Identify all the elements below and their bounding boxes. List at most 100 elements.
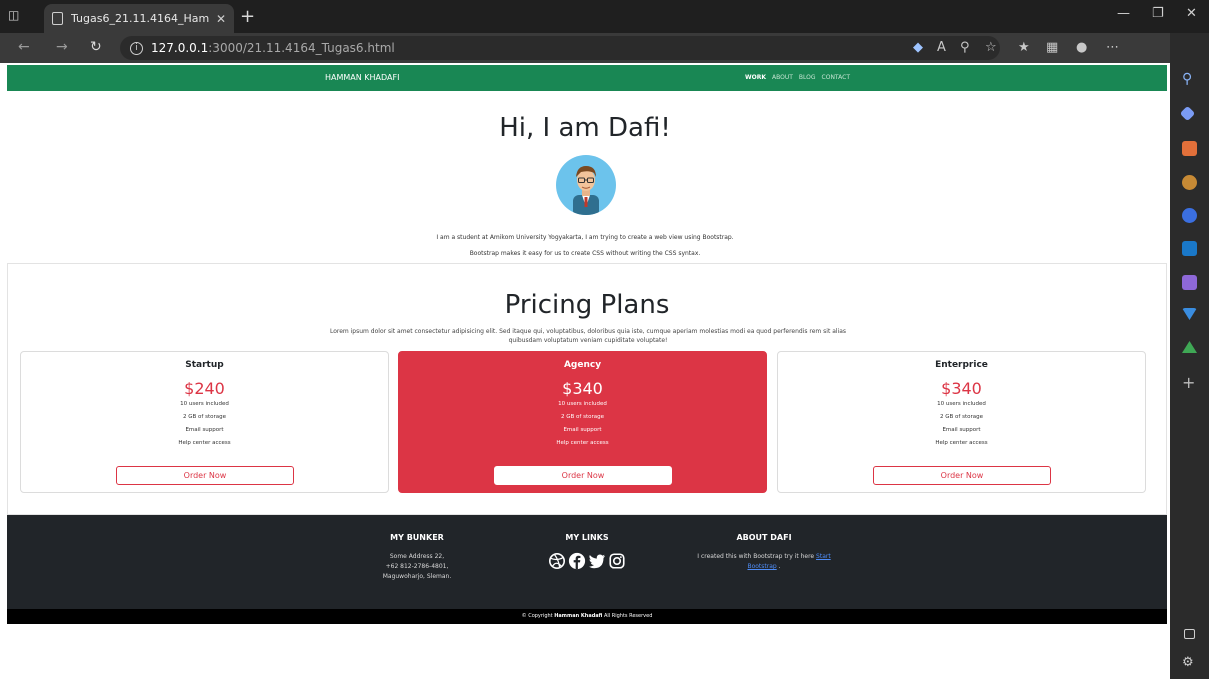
- profile-icon[interactable]: ●: [1076, 40, 1087, 55]
- copyright-bar: © Copyright Hamman Khadafi All Rights Re…: [7, 609, 1167, 624]
- favorites-icon[interactable]: ★: [1018, 40, 1030, 55]
- outlook-icon[interactable]: [1182, 241, 1197, 256]
- plan-card-agency: Agency $340 10 users included 2 GB of st…: [398, 351, 767, 493]
- order-now-button-agency[interactable]: Order Now: [494, 466, 672, 485]
- plan-name: Startup: [185, 360, 224, 370]
- close-window-icon[interactable]: ✕: [1186, 6, 1197, 21]
- zoom-icon[interactable]: ⚲: [960, 40, 970, 55]
- browser-tab[interactable]: Tugas6_21.11.4164_HammanKha ✕: [44, 4, 234, 33]
- footer-about-text: I created this with Bootstrap try it her…: [679, 552, 849, 572]
- minimize-icon[interactable]: —: [1117, 6, 1130, 21]
- pricing-title: Pricing Plans: [504, 290, 670, 320]
- footer-address-line: Some Address 22,: [389, 553, 445, 560]
- address-toolbar: ← → ↻ i 127.0.0.1:3000/21.11.4164_Tugas6…: [0, 33, 1209, 63]
- order-now-button-enterprice[interactable]: Order Now: [873, 466, 1051, 485]
- page-document-icon: [52, 12, 63, 25]
- refresh-icon[interactable]: ↻: [90, 39, 102, 55]
- plan-feature: Help center access: [935, 440, 988, 446]
- sidebar-panel-icon[interactable]: [1184, 629, 1195, 639]
- shopping-tag-icon[interactable]: [1179, 105, 1196, 122]
- read-aloud-icon[interactable]: A: [937, 40, 946, 55]
- footer-bunker: MY BUNKER Some Address 22, +62 812-2786-…: [352, 533, 482, 582]
- collections-icon[interactable]: ▦: [1046, 40, 1058, 55]
- order-now-button-startup[interactable]: Order Now: [116, 466, 294, 485]
- footer-links: MY LINKS: [537, 533, 637, 570]
- instagram-icon[interactable]: [608, 552, 626, 570]
- site-info-icon[interactable]: i: [130, 41, 143, 55]
- more-menu-icon[interactable]: ⋯: [1106, 40, 1119, 55]
- avatar-illustration: [573, 166, 599, 215]
- add-sidebar-app-icon[interactable]: +: [1182, 373, 1197, 392]
- copyright-prefix: © Copyright: [521, 613, 553, 619]
- footer-about-sentence: I created this with Bootstrap try it her…: [697, 553, 815, 560]
- bootstrap-link[interactable]: Bootstrap: [747, 563, 776, 570]
- copyright-owner: Hamman Khadafi: [554, 613, 603, 619]
- plan-feature: Email support: [185, 427, 224, 433]
- pricing-description: Lorem ipsum dolor sit amet consectetur a…: [329, 328, 847, 344]
- facebook-icon[interactable]: [568, 552, 586, 570]
- navbar-brand[interactable]: HAMMAN KHADAFI: [325, 73, 399, 82]
- url-bar[interactable]: i 127.0.0.1:3000/21.11.4164_Tugas6.html: [120, 36, 1000, 60]
- back-icon[interactable]: ←: [18, 39, 30, 55]
- plan-price: $340: [941, 379, 982, 398]
- microsoft-365-icon[interactable]: [1182, 208, 1197, 223]
- plan-feature: 10 users included: [180, 401, 229, 407]
- social-icons: [537, 552, 637, 570]
- footer-about: ABOUT DAFI I created this with Bootstrap…: [679, 533, 849, 572]
- settings-gear-icon[interactable]: ⚙: [1182, 655, 1197, 670]
- footer-links-heading: MY LINKS: [565, 533, 609, 542]
- restore-icon[interactable]: ❐: [1152, 6, 1164, 21]
- nav-link-contact[interactable]: CONTACT: [822, 74, 850, 81]
- nav-link-blog[interactable]: BLOG: [799, 74, 816, 81]
- games-icon[interactable]: [1182, 175, 1197, 190]
- new-tab-icon[interactable]: +: [240, 6, 255, 27]
- nav-link-work[interactable]: WORK: [745, 74, 766, 81]
- hero-title: Hi, I am Dafi!: [499, 113, 671, 143]
- hero-bootstrap-text: Bootstrap makes it easy for us to create…: [469, 250, 701, 257]
- avatar: [556, 155, 616, 215]
- nav-link-about[interactable]: ABOUT: [772, 74, 793, 81]
- footer-bunker-heading: MY BUNKER: [390, 533, 444, 542]
- plan-feature: 10 users included: [937, 401, 986, 407]
- site-navbar: HAMMAN KHADAFI WORK ABOUT BLOG CONTACT: [7, 65, 1167, 91]
- start-link[interactable]: Start: [816, 553, 831, 560]
- browser-titlebar: ◫ Tugas6_21.11.4164_HammanKha ✕ + — ❐ ✕: [0, 0, 1209, 33]
- plan-feature: Email support: [942, 427, 981, 433]
- coupon-tag-icon[interactable]: ◆: [913, 40, 923, 55]
- plan-name: Agency: [563, 360, 602, 370]
- tools-icon[interactable]: [1182, 141, 1197, 156]
- dribbble-icon[interactable]: [548, 552, 566, 570]
- search-icon[interactable]: ⚲: [1182, 71, 1197, 87]
- site-footer: MY BUNKER Some Address 22, +62 812-2786-…: [7, 515, 1167, 609]
- plan-feature: Email support: [563, 427, 602, 433]
- plan-feature: 10 users included: [558, 401, 607, 407]
- plan-feature: 2 GB of storage: [940, 414, 983, 420]
- pricing-section: Pricing Plans Lorem ipsum dolor sit amet…: [7, 263, 1167, 515]
- forward-icon[interactable]: →: [56, 39, 68, 55]
- plan-feature: Help center access: [556, 440, 609, 446]
- plan-feature: 2 GB of storage: [183, 414, 226, 420]
- web-page: HAMMAN KHADAFI WORK ABOUT BLOG CONTACT H…: [0, 63, 1170, 679]
- plan-feature: Help center access: [178, 440, 231, 446]
- plan-name: Enterprice: [935, 360, 988, 370]
- drop-icon[interactable]: [1182, 308, 1197, 320]
- footer-about-heading: ABOUT DAFI: [736, 533, 792, 542]
- tab-actions-icon[interactable]: ◫: [8, 8, 24, 24]
- url-path: :3000/21.11.4164_Tugas6.html: [208, 41, 395, 55]
- url-host: 127.0.0.1: [151, 41, 209, 55]
- close-tab-icon[interactable]: ✕: [216, 12, 226, 26]
- tab-title: Tugas6_21.11.4164_HammanKha: [71, 12, 210, 25]
- plan-feature: 2 GB of storage: [561, 414, 604, 420]
- footer-city-line: Maguwoharjo, Sleman.: [382, 573, 452, 580]
- footer-about-period: .: [778, 563, 781, 570]
- designer-icon[interactable]: [1182, 275, 1197, 290]
- copyright-suffix: All Rights Reserved: [603, 613, 653, 619]
- favorite-add-icon[interactable]: ☆: [985, 40, 997, 55]
- plan-card-startup: Startup $240 10 users included 2 GB of s…: [20, 351, 389, 493]
- tree-icon[interactable]: [1182, 341, 1197, 353]
- footer-phone-line: +62 812-2786-4801,: [385, 563, 449, 570]
- twitter-icon[interactable]: [588, 552, 606, 570]
- plan-price: $340: [562, 379, 603, 398]
- plan-card-enterprice: Enterprice $340 10 users included 2 GB o…: [777, 351, 1146, 493]
- navbar-links: WORK ABOUT BLOG CONTACT: [745, 74, 850, 81]
